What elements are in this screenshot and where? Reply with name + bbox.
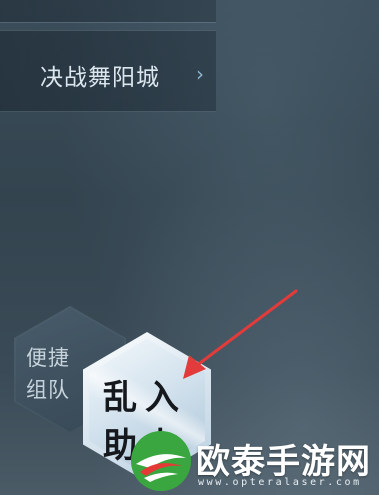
- arrow-shaft: [194, 289, 298, 368]
- watermark-url: www.opteralaser.com: [198, 477, 362, 488]
- quest-label: 决战舞阳城: [40, 65, 160, 91]
- watermark-title: 欧泰手游网: [196, 442, 371, 482]
- quest-entry-panel[interactable]: 决战舞阳城 ›: [0, 30, 216, 112]
- site-logo-icon: [131, 431, 191, 491]
- game-screen: 决战舞阳城 › 便捷组队 乱入助力 欧泰手游网 www.opteralaser.…: [0, 0, 379, 495]
- quick-team-label: 便捷组队: [26, 346, 70, 402]
- chevron-right-icon: ›: [196, 62, 204, 86]
- watermark: 欧泰手游网 www.opteralaser.com: [128, 428, 379, 495]
- top-menu-panel[interactable]: [0, 0, 216, 23]
